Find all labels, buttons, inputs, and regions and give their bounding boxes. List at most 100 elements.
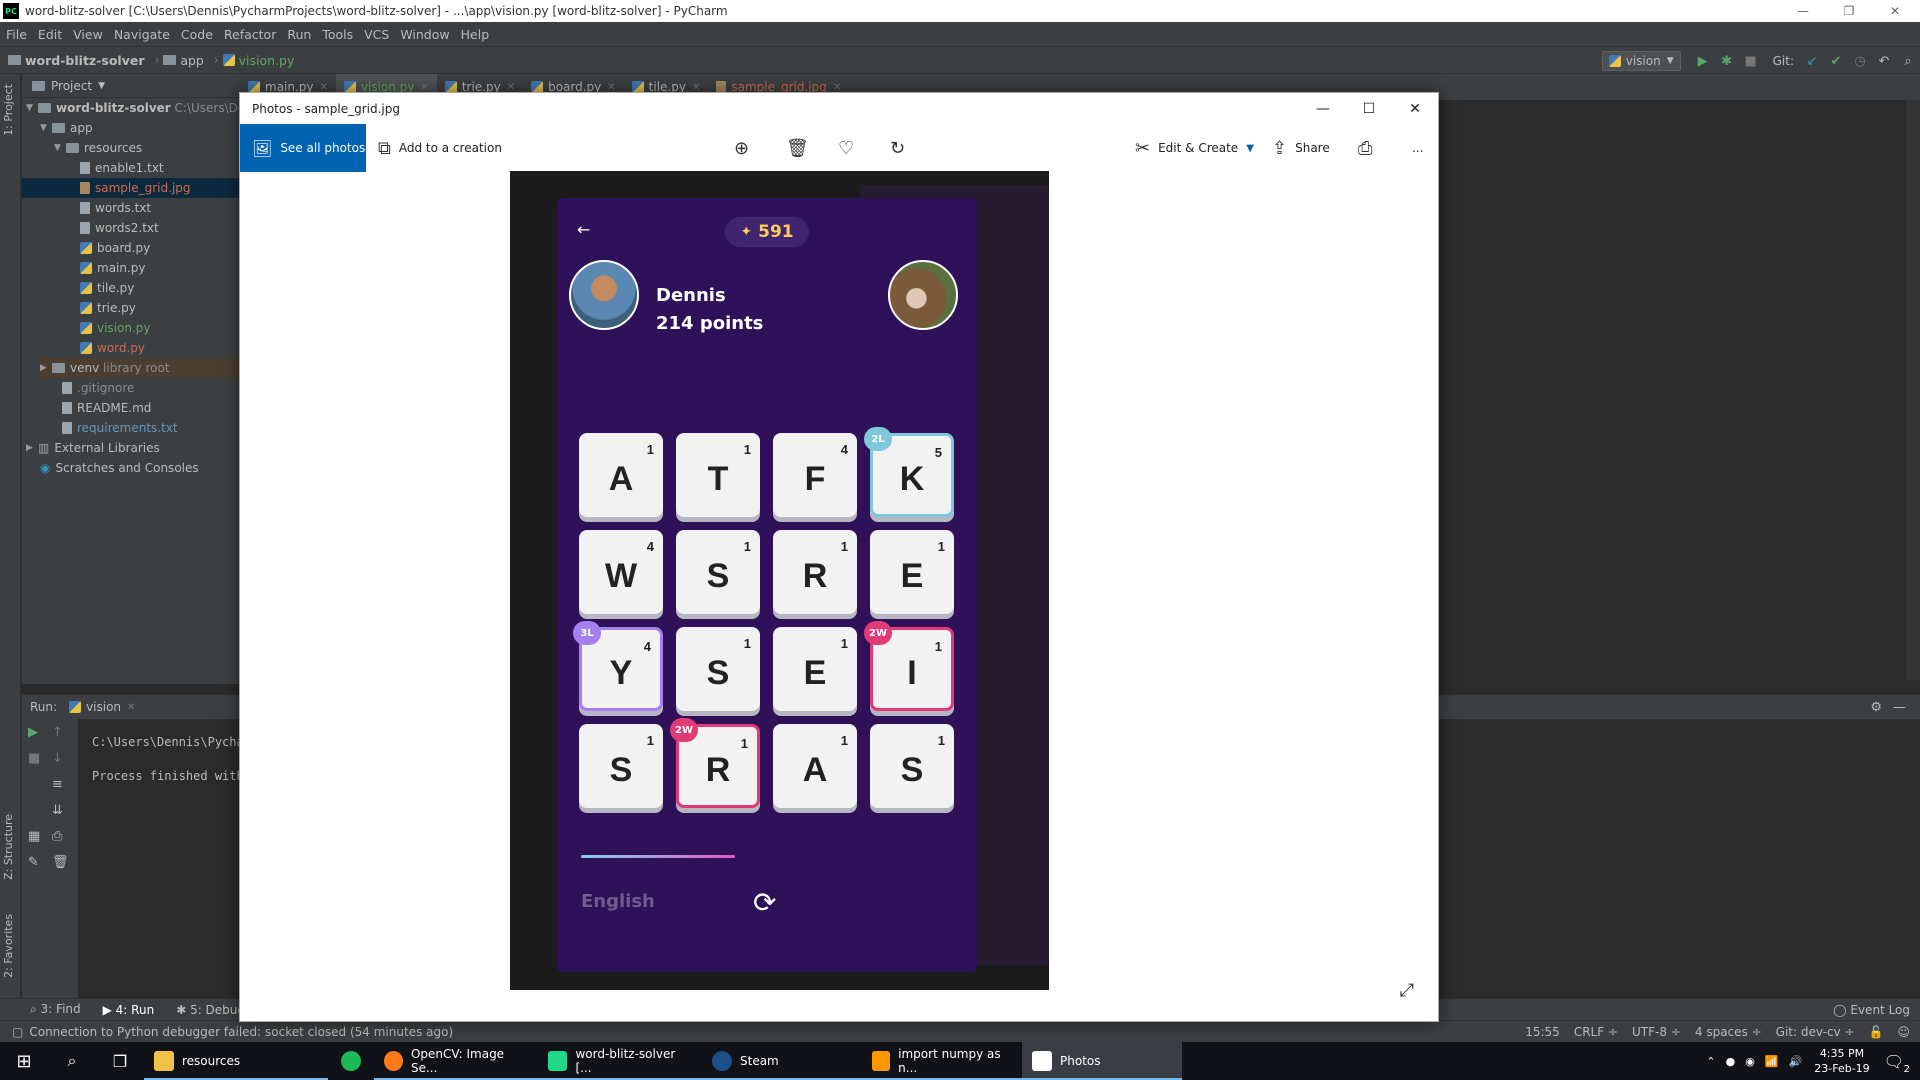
git-update-icon[interactable]: ↙ <box>1800 49 1824 73</box>
expand-arrow-icon[interactable]: ▼ <box>40 123 52 133</box>
close-tab-icon[interactable]: ✕ <box>320 82 328 93</box>
tree-item-vision[interactable]: vision.py <box>80 318 151 338</box>
favorites-tool-tab[interactable]: 2: Favorites <box>2 914 15 978</box>
line-separator[interactable]: CRLF ÷ <box>1574 1025 1618 1039</box>
search-everywhere-icon[interactable]: ⌕ <box>1896 49 1920 73</box>
tree-item-app[interactable]: ▼ app <box>40 118 93 138</box>
status-message[interactable]: Connection to Python debugger failed: so… <box>29 1025 453 1039</box>
tree-item-scratches[interactable]: ◉ Scratches and Consoles <box>40 458 199 478</box>
menu-code[interactable]: Code <box>181 27 213 42</box>
tray-app-icon[interactable]: ● <box>1726 1055 1736 1068</box>
see-all-photos-button[interactable]: 🖼 See all photos <box>240 124 366 172</box>
soft-wrap-icon[interactable]: ≡ <box>52 777 63 792</box>
gear-icon[interactable]: ⚙ <box>1870 700 1882 715</box>
taskbar-item-pycharm[interactable]: word-blitz-solver [... <box>538 1042 702 1080</box>
tree-item-sample-grid[interactable]: sample_grid.jpg <box>22 178 240 198</box>
share-button[interactable]: ⇪ Share <box>1272 124 1330 172</box>
scroll-to-end-icon[interactable]: ⇊ <box>52 803 63 818</box>
close-tab-icon[interactable]: ✕ <box>607 82 615 93</box>
run-tool-button[interactable]: ▶ 4: Run <box>103 1003 155 1017</box>
tree-item-gitignore[interactable]: .gitignore <box>62 378 134 398</box>
hide-icon[interactable]: — <box>1893 700 1906 715</box>
tree-item-readme[interactable]: README.md <box>62 398 151 418</box>
tree-item-words2[interactable]: words2.txt <box>80 218 159 238</box>
scroll-down-icon[interactable]: ↓ <box>52 751 63 766</box>
git-commit-icon[interactable]: ✔ <box>1824 49 1848 73</box>
layout-icon[interactable]: ▦ <box>28 829 40 844</box>
menu-file[interactable]: File <box>6 27 27 42</box>
debug-icon[interactable]: ✱ <box>1715 49 1739 73</box>
start-button[interactable]: ⊞ <box>0 1042 48 1080</box>
expand-arrow-icon[interactable]: ▶ <box>40 363 52 373</box>
expand-arrow-icon[interactable]: ▼ <box>26 103 38 113</box>
tree-item-tile[interactable]: tile.py <box>80 278 134 298</box>
delete-button[interactable]: 🗑 <box>786 124 809 172</box>
tree-item-venv[interactable]: ▶ venv library root <box>40 358 240 378</box>
notifications-button[interactable]: 🗨 2 <box>1884 1052 1910 1075</box>
trash-icon[interactable]: 🗑 <box>52 855 69 870</box>
event-log-button[interactable]: ◯ Event Log <box>1833 1003 1910 1017</box>
inspector-icon[interactable]: ☺ <box>1897 1025 1910 1039</box>
find-tool-button[interactable]: ⌕ 3: Find <box>30 1002 81 1017</box>
rerun-icon[interactable]: ▶ <box>28 725 38 740</box>
taskbar-item-firefox[interactable]: OpenCV: Image Se... <box>374 1042 538 1080</box>
menu-help[interactable]: Help <box>461 27 490 42</box>
minimize-button[interactable]: — <box>1780 0 1826 22</box>
lock-icon[interactable]: 🔓 <box>1869 1025 1884 1039</box>
scroll-up-icon[interactable]: ↑ <box>52 725 63 740</box>
menu-edit[interactable]: Edit <box>38 27 62 42</box>
project-tool-tab[interactable]: 1: Project <box>2 84 15 136</box>
pin-icon[interactable]: ✎ <box>28 855 39 870</box>
taskbar-item-explorer[interactable]: resources <box>144 1042 328 1080</box>
close-tab-icon[interactable]: ✕ <box>127 702 135 713</box>
taskbar-item-sublime[interactable]: import numpy as n... <box>862 1042 1022 1080</box>
print-button[interactable]: ⎙ <box>1358 124 1372 172</box>
restore-button[interactable]: ❐ <box>1826 0 1872 22</box>
photos-close-button[interactable]: ✕ <box>1392 93 1438 124</box>
menu-run[interactable]: Run <box>287 27 311 42</box>
zoom-button[interactable]: ⊕ <box>734 124 749 172</box>
search-button[interactable]: ⌕ <box>48 1042 96 1080</box>
taskbar-item-steam[interactable]: Steam <box>702 1042 862 1080</box>
tree-item-root[interactable]: ▼ word-blitz-solver C:\Users\Denn <box>26 98 261 118</box>
menu-view[interactable]: View <box>73 27 103 42</box>
tree-item-words[interactable]: words.txt <box>80 198 151 218</box>
add-to-creation-button[interactable]: ⧉ Add to a creation <box>378 124 502 172</box>
breadcrumb-file[interactable]: vision.py <box>222 53 294 68</box>
tree-item-word[interactable]: word.py <box>80 338 145 358</box>
stop-icon[interactable]: ■ <box>28 751 40 766</box>
menu-window[interactable]: Window <box>400 27 449 42</box>
print-icon[interactable]: ⎙ <box>52 829 62 844</box>
tree-item-board[interactable]: board.py <box>80 238 150 258</box>
menu-vcs[interactable]: VCS <box>364 27 389 42</box>
caret-position[interactable]: 15:55 <box>1525 1025 1560 1039</box>
tree-item-trie[interactable]: trie.py <box>80 298 136 318</box>
debug-tool-button[interactable]: ✱ 5: Debug <box>176 1003 245 1017</box>
project-view-label[interactable]: Project <box>51 79 92 93</box>
close-tab-icon[interactable]: ✕ <box>507 82 515 93</box>
indent-setting[interactable]: 4 spaces ÷ <box>1695 1025 1762 1039</box>
taskbar-item-spotify[interactable] <box>328 1042 374 1080</box>
tree-item-requirements[interactable]: requirements.txt <box>62 418 178 438</box>
steam-tray-icon[interactable]: ◉ <box>1745 1055 1755 1068</box>
close-tab-icon[interactable]: ✕ <box>692 82 700 93</box>
clock[interactable]: 4:35 PM 23-Feb-19 <box>1814 1046 1869 1076</box>
chevron-down-icon[interactable]: ▼ <box>98 81 105 91</box>
volume-icon[interactable]: 🔊 <box>1789 1055 1803 1068</box>
photos-maximize-button[interactable]: ☐ <box>1346 93 1392 124</box>
rotate-button[interactable]: ↻ <box>890 124 905 172</box>
network-icon[interactable]: 📶 <box>1765 1055 1779 1068</box>
tree-item-enable1[interactable]: enable1.txt <box>80 158 164 178</box>
structure-tool-tab[interactable]: Z: Structure <box>2 814 15 880</box>
close-button[interactable]: ✕ <box>1872 0 1918 22</box>
task-view-button[interactable]: ❐ <box>96 1042 144 1080</box>
more-options-button[interactable]: ... <box>1412 124 1423 172</box>
close-tab-icon[interactable]: ✕ <box>420 82 428 93</box>
tray-overflow-icon[interactable]: ⌃ <box>1706 1055 1715 1068</box>
fullscreen-icon[interactable]: ⤢ <box>1400 980 1414 1001</box>
menu-tools[interactable]: Tools <box>322 27 353 42</box>
photos-minimize-button[interactable]: — <box>1300 93 1346 124</box>
edit-create-button[interactable]: ✂ Edit & Create ▼ <box>1135 124 1254 172</box>
tree-item-resources[interactable]: ▼ resources <box>54 138 142 158</box>
stop-icon[interactable]: ■ <box>1739 49 1763 73</box>
